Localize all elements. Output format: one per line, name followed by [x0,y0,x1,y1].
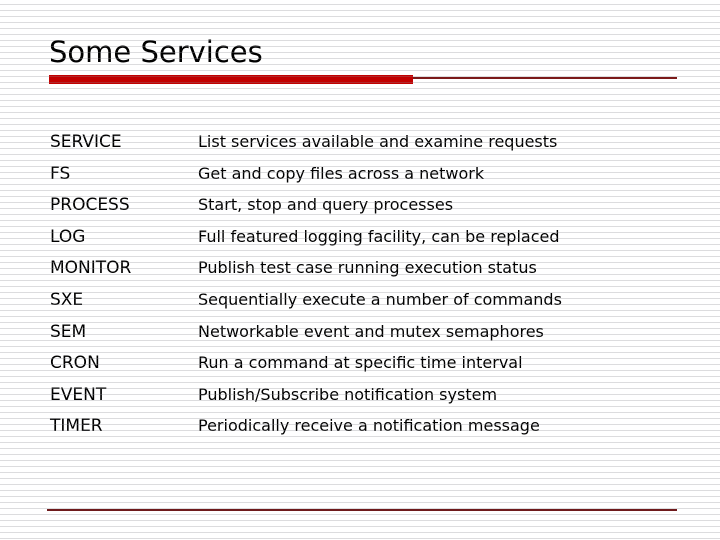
service-description: Networkable event and mutex semaphores [198,321,544,341]
service-description: Publish/Subscribe notification system [198,384,498,404]
table-row: PROCESS Start, stop and query processes [50,195,680,227]
service-description: Get and copy files across a network [198,163,485,183]
table-row: SEM Networkable event and mutex semaphor… [50,322,680,354]
service-name: SXE [50,289,84,310]
service-name: LOG [50,226,86,247]
table-row: EVENT Publish/Subscribe notification sys… [50,385,680,417]
service-description: Publish test case running execution stat… [198,258,537,278]
page-title: Some Services [49,35,263,69]
table-row: SXE Sequentially execute a number of com… [50,290,680,322]
service-description: Start, stop and query processes [198,195,454,215]
service-name: FS [50,163,71,184]
service-name: CRON [50,353,100,374]
service-name: PROCESS [50,195,130,216]
service-name: SEM [50,321,87,342]
service-description: Run a command at specific time interval [198,353,523,373]
table-row: MONITOR Publish test case running execut… [50,258,680,290]
footer-divider-line [47,509,677,511]
table-row: CRON Run a command at specific time inte… [50,353,680,385]
service-name: SERVICE [50,132,122,152]
presentation-slide: Some Services SERVICE List services avai… [0,0,720,540]
table-row: SERVICE List services available and exam… [50,132,680,164]
title-divider-line [413,77,677,79]
table-row: LOG Full featured logging facility, can … [50,227,680,259]
table-row: TIMER Periodically receive a notificatio… [50,416,680,448]
table-row: FS Get and copy files across a network [50,164,680,196]
service-name: MONITOR [50,258,132,279]
service-description: Periodically receive a notification mess… [198,416,540,436]
service-name: TIMER [50,416,103,437]
services-table: SERVICE List services available and exam… [50,132,680,448]
service-description: Full featured logging facility, can be r… [198,226,560,246]
service-description: List services available and examine requ… [198,132,558,151]
service-name: EVENT [50,384,107,405]
title-accent-bar [49,75,413,84]
service-description: Sequentially execute a number of command… [198,289,562,309]
